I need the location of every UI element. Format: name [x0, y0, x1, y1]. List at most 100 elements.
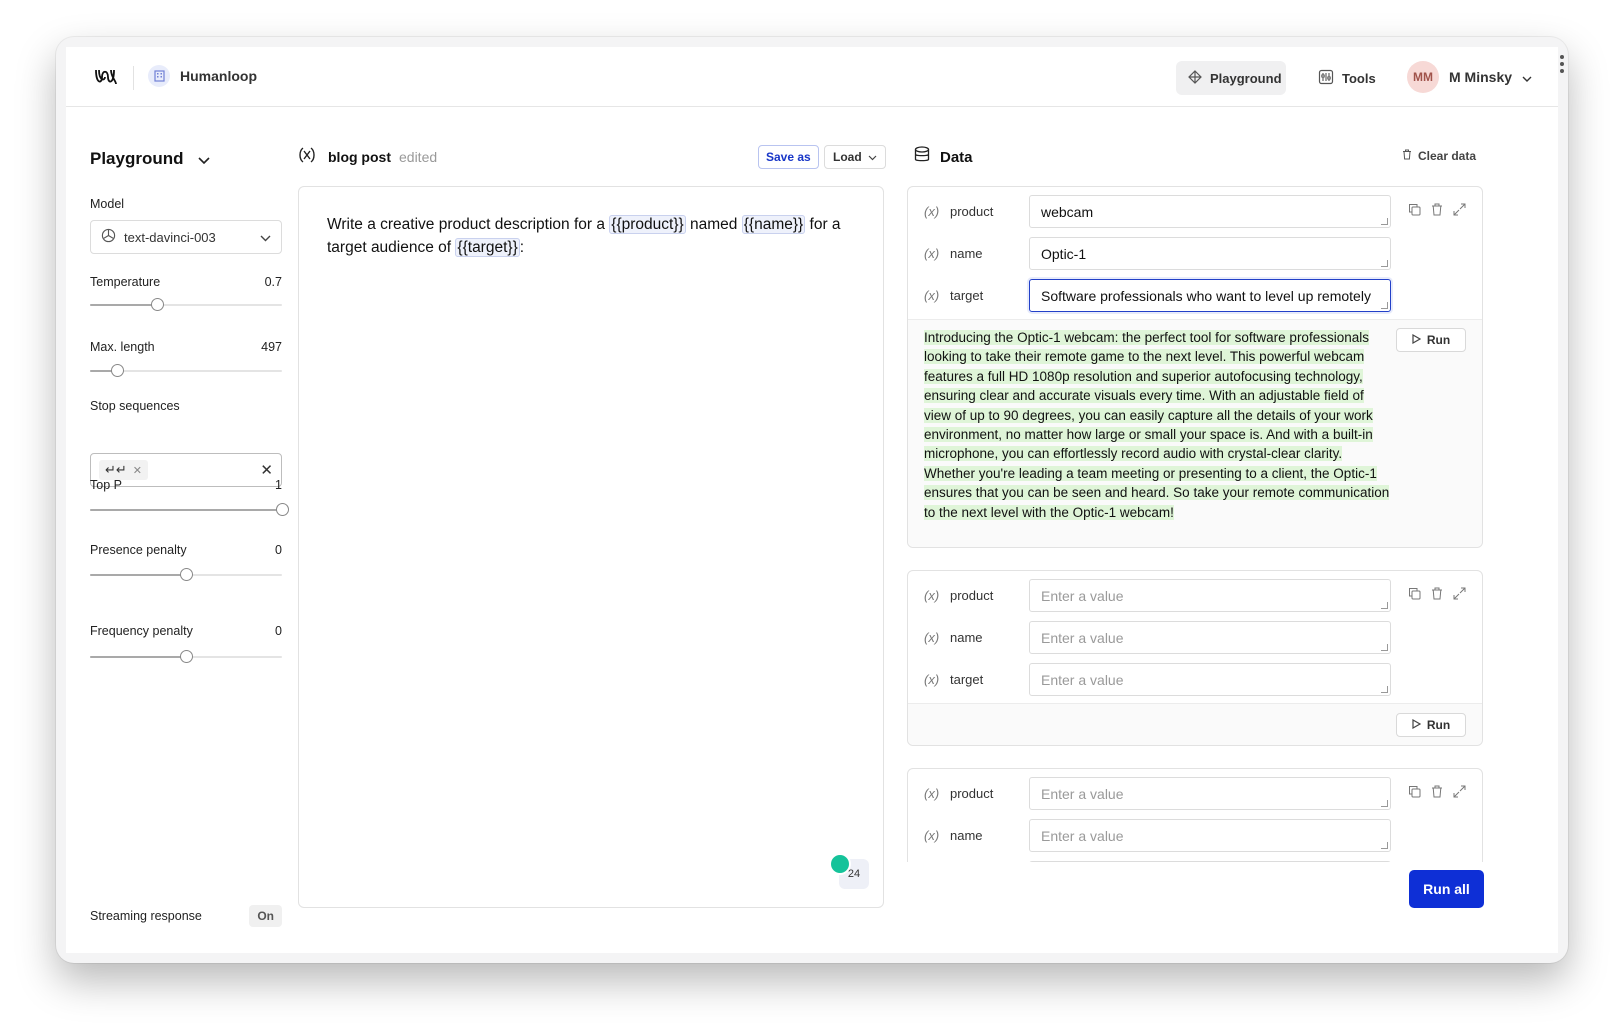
top-p-value: 1 — [275, 478, 282, 492]
slider-thumb[interactable] — [276, 503, 289, 516]
page-title: Playground — [90, 149, 184, 168]
run-button[interactable]: Run — [1396, 713, 1466, 737]
variable-row: (x) product Enter a value — [908, 579, 1482, 613]
chevron-down-icon — [197, 149, 210, 169]
variable-value-input[interactable]: Optic-1 — [1029, 237, 1391, 270]
temperature-value: 0.7 — [264, 275, 282, 289]
datapoint-card: (x) product Enter a value (x) name Enter… — [907, 768, 1483, 862]
resize-handle[interactable] — [1381, 602, 1388, 609]
play-icon — [1412, 333, 1422, 347]
resize-handle[interactable] — [1381, 218, 1388, 225]
completion-output: Run — [908, 703, 1482, 745]
variable-value: Optic-1 — [1041, 245, 1087, 262]
presence-penalty-slider[interactable] — [90, 568, 282, 582]
variable-value: webcam — [1041, 203, 1094, 220]
save-as-button[interactable]: Save as — [758, 145, 819, 169]
resize-handle[interactable] — [1381, 842, 1388, 849]
slider-thumb[interactable] — [180, 568, 193, 581]
variable-icon: (x) — [924, 672, 940, 687]
nav-playground[interactable]: Playground — [1176, 61, 1286, 95]
top-bar: Humanloop Playground Tools MM M Minsky — [66, 47, 1558, 107]
resize-handle[interactable] — [1381, 260, 1388, 267]
temperature-label: Temperature — [90, 275, 161, 289]
slider-thumb[interactable] — [180, 650, 193, 663]
resize-handle[interactable] — [1381, 302, 1388, 309]
model-select[interactable]: text-davinci-003 — [90, 220, 282, 254]
variable-icon: (x) — [924, 630, 940, 645]
variable-value-input[interactable]: Enter a value — [1029, 621, 1391, 654]
variable-value-input[interactable]: Enter a value — [1029, 579, 1391, 612]
slider-fill — [90, 574, 186, 576]
variable-icon: (x) — [924, 786, 940, 801]
variable-value-input[interactable]: Enter a value — [1029, 663, 1391, 696]
nav-tools[interactable]: Tools — [1306, 61, 1386, 95]
streaming-toggle[interactable]: On — [249, 905, 282, 927]
streaming-response-row: Streaming response On — [90, 905, 282, 927]
variable-name: target — [950, 672, 984, 687]
variable-row: (x) target Software professionals who wa… — [908, 279, 1482, 313]
slider-thumb[interactable] — [110, 364, 124, 377]
load-button[interactable]: Load — [824, 145, 886, 169]
resize-handle[interactable] — [1381, 800, 1388, 807]
humanloop-logo-icon[interactable] — [94, 67, 118, 92]
slider-thumb[interactable] — [151, 298, 165, 311]
top-p-slider[interactable] — [90, 503, 289, 517]
variable-row: (x) target Enter a value — [908, 663, 1482, 697]
data-header: Data Clear data — [914, 143, 1482, 171]
resize-handle[interactable] — [1381, 686, 1388, 693]
variable-icon: (x) — [924, 588, 940, 603]
header-divider — [133, 66, 134, 90]
diamond-icon — [1188, 69, 1202, 87]
prompt-state: edited — [399, 149, 438, 165]
variable-name: target — [950, 288, 984, 303]
max-length-label: Max. length — [90, 340, 155, 354]
variable-name: name — [950, 246, 983, 261]
datapoints-list[interactable]: (x) product webcam (x) name Optic-1 (x) … — [907, 186, 1485, 862]
clear-data-label: Clear data — [1417, 149, 1476, 163]
chip-remove-icon[interactable]: ✕ — [133, 464, 142, 477]
variable-value: Software professionals who want to level… — [1041, 287, 1371, 304]
tools-icon — [1318, 69, 1334, 88]
variable-value-input[interactable]: Enter a value — [1029, 819, 1391, 852]
variable-name: product — [950, 204, 994, 219]
variable-token: {{name}} — [741, 215, 806, 234]
run-button[interactable]: Run — [1396, 328, 1466, 352]
temperature-slider[interactable] — [90, 298, 282, 312]
grammarly-icon[interactable] — [829, 853, 851, 875]
streaming-label: Streaming response — [90, 909, 202, 923]
prompt-text-part: named — [685, 216, 742, 233]
top-p-label: Top P — [90, 478, 122, 492]
data-title: Data — [940, 148, 973, 166]
slider-fill — [90, 509, 282, 511]
variable-row: (x) name Enter a value — [908, 621, 1482, 655]
input-placeholder: Enter a value — [1041, 629, 1124, 646]
org-switcher[interactable]: Humanloop — [148, 65, 257, 87]
prompt-text[interactable]: Write a creative product description for… — [327, 213, 847, 259]
run-all-button[interactable]: Run all — [1409, 870, 1484, 908]
variable-row — [908, 861, 1482, 862]
stop-sequences-label: Stop sequences — [90, 399, 180, 413]
max-length-slider[interactable] — [90, 364, 282, 378]
variable-row: (x) name Enter a value — [908, 819, 1482, 853]
building-icon — [148, 65, 170, 87]
playground-menu[interactable]: Playground — [90, 149, 210, 169]
user-menu[interactable]: MM M Minsky — [1407, 61, 1532, 93]
model-value: text-davinci-003 — [124, 229, 216, 245]
prompt-editor[interactable]: Write a creative product description for… — [298, 186, 884, 908]
frequency-penalty-slider[interactable] — [90, 650, 282, 664]
completion-output: Introducing the Optic-1 webcam: the perf… — [908, 319, 1482, 547]
close-icon[interactable]: ✕ — [260, 461, 273, 479]
variable-value-input[interactable] — [1029, 861, 1391, 862]
input-placeholder: Enter a value — [1041, 587, 1124, 604]
database-icon — [914, 146, 930, 168]
clear-data-button[interactable]: Clear data — [1402, 149, 1476, 163]
variable-value-input[interactable]: webcam — [1029, 195, 1391, 228]
prompt-name[interactable]: blog post — [328, 149, 391, 165]
resize-handle[interactable] — [1381, 644, 1388, 651]
variable-value-input[interactable]: Enter a value — [1029, 777, 1391, 810]
trash-icon — [1402, 149, 1412, 163]
chevron-down-icon — [260, 230, 271, 245]
user-name: M Minsky — [1449, 69, 1513, 85]
variable-value-input[interactable]: Software professionals who want to level… — [1029, 279, 1391, 312]
window-menu-icon[interactable] — [1560, 55, 1564, 76]
